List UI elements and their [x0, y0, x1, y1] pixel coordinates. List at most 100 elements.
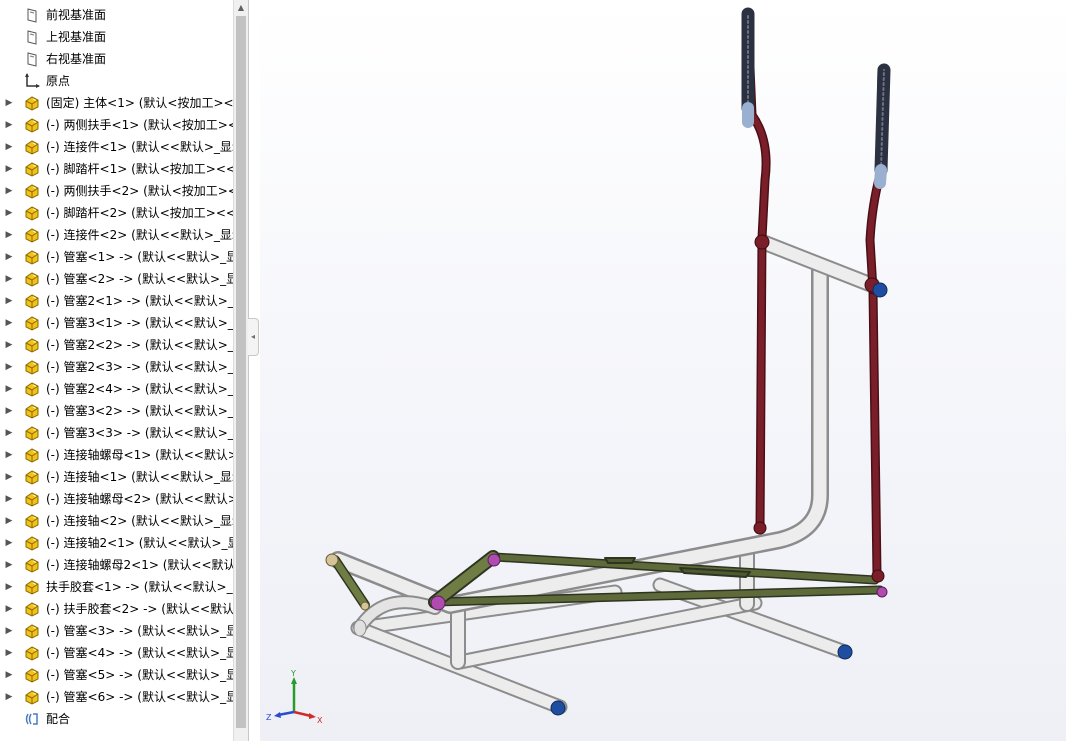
feature-tree-item[interactable]: 配合	[0, 708, 234, 730]
expand-arrow-icon[interactable]: ▶	[4, 686, 14, 708]
plane-icon	[24, 29, 40, 45]
expand-arrow-icon[interactable]: ▶	[4, 312, 14, 334]
panel-collapse-handle[interactable]: ◂	[248, 318, 259, 356]
expand-arrow-icon[interactable]: ▶	[4, 400, 14, 422]
feature-tree-item[interactable]: ▶ (-) 连接轴2<1> (默认<<默认>_显	[0, 532, 240, 554]
feature-tree-item[interactable]: ▶ (-) 管塞2<1> -> (默认<<默认>_显	[0, 290, 246, 312]
expand-arrow-icon[interactable]: ▶	[4, 598, 14, 620]
handle-left-lower	[757, 235, 765, 533]
expand-arrow-icon[interactable]: ▶	[4, 466, 14, 488]
expand-arrow-icon[interactable]: ▶	[4, 620, 14, 642]
joint-top-left	[754, 234, 770, 250]
expand-arrow-icon[interactable]: ▶	[4, 158, 14, 180]
graphics-viewport[interactable]: Y X Z	[260, 0, 1066, 741]
feature-tree-item[interactable]: 前视基准面	[0, 4, 234, 26]
expand-arrow-icon[interactable]: ▶	[4, 378, 14, 400]
feature-tree-item[interactable]: ▶ (-) 管塞3<1> -> (默认<<默认>_显	[0, 312, 246, 334]
feature-tree-item[interactable]: ▶ (-) 管塞3<3> -> (默认<<默认>_显	[0, 422, 246, 444]
feature-tree-item[interactable]: ▶ (-) 管塞<5> -> (默认<<默认>_显示	[0, 664, 248, 686]
feature-tree-item-label: (-) 管塞2<3> -> (默认<<默认>_显	[46, 360, 246, 374]
expand-arrow-icon[interactable]: ▶	[4, 224, 14, 246]
expand-arrow-icon[interactable]: ▶	[4, 664, 14, 686]
feature-tree-item[interactable]: ▶ (-) 管塞<4> -> (默认<<默认>_显示	[0, 642, 248, 664]
feature-tree-item[interactable]: ▶ (-) 管塞2<2> -> (默认<<默认>_显	[0, 334, 246, 356]
scrollbar-thumb[interactable]	[236, 16, 246, 728]
part-icon	[24, 623, 40, 639]
scroll-up-arrow-icon[interactable]: ▲	[234, 0, 248, 16]
feature-tree-item[interactable]: ▶ (-) 管塞<3> -> (默认<<默认>_显示	[0, 620, 248, 642]
feature-tree-item[interactable]: ▶ (-) 管塞<1> -> (默认<<默认>_显示	[0, 246, 248, 268]
part-icon	[24, 337, 40, 353]
part-icon	[24, 381, 40, 397]
part-icon	[24, 447, 40, 463]
feature-tree-item[interactable]: ▶ 扶手胶套<1> -> (默认<<默认>_显	[0, 576, 245, 598]
expand-arrow-icon[interactable]: ▶	[4, 268, 14, 290]
feature-tree-item[interactable]: ▶ (-) 连接轴螺母<1> (默认<<默认>_	[0, 444, 244, 466]
expand-arrow-icon[interactable]: ▶	[4, 246, 14, 268]
part-icon	[24, 601, 40, 617]
expand-arrow-icon[interactable]: ▶	[4, 444, 14, 466]
feature-tree-item[interactable]: 上视基准面	[0, 26, 234, 48]
expand-arrow-icon[interactable]: ▶	[4, 114, 14, 136]
feature-tree-item-label: (-) 连接轴螺母<1> (默认<<默认>_	[46, 448, 244, 462]
feature-tree-item[interactable]: ▶ (-) 管塞3<2> -> (默认<<默认>_显	[0, 400, 246, 422]
expand-arrow-icon[interactable]: ▶	[4, 92, 14, 114]
expand-arrow-icon[interactable]: ▶	[4, 136, 14, 158]
part-icon	[24, 491, 40, 507]
elliptical-trainer-model	[325, 7, 891, 716]
feature-tree-item[interactable]: ▶ (-) 连接轴螺母2<1> (默认<<默认>	[0, 554, 246, 576]
feature-tree-item[interactable]: ▶ (-) 两侧扶手<2> (默认<按加工><	[0, 180, 238, 202]
feature-tree-item-label: (-) 管塞2<4> -> (默认<<默认>_显	[46, 382, 246, 396]
tree-scrollbar[interactable]: ▲	[233, 0, 248, 741]
expand-arrow-icon[interactable]: ▶	[4, 180, 14, 202]
feature-tree-item[interactable]: ▶ (-) 连接轴<2> (默认<<默认>_显示	[0, 510, 244, 532]
part-icon	[24, 249, 40, 265]
expand-arrow-icon[interactable]: ▶	[4, 202, 14, 224]
feature-tree-item-label: (-) 脚踏杆<1> (默认<按加工><<默	[46, 162, 248, 176]
part-icon	[24, 469, 40, 485]
feature-tree-item-label: (-) 连接轴<2> (默认<<默认>_显示	[46, 514, 244, 528]
feature-tree-item[interactable]: ▶ (-) 连接件<1> (默认<<默认>_显示	[0, 136, 244, 158]
feature-tree-item[interactable]: ▶ (-) 连接件<2> (默认<<默认>_显示	[0, 224, 244, 246]
view-triad: Y X Z	[266, 669, 323, 725]
expand-arrow-icon[interactable]: ▶	[4, 576, 14, 598]
feature-tree-item[interactable]: ▶ (-) 扶手胶套<2> -> (默认<<默认>	[0, 598, 244, 620]
feature-tree-item[interactable]: ▶ (固定) 主体<1> (默认<按加工><<	[0, 92, 244, 114]
expand-arrow-icon[interactable]: ▶	[4, 334, 14, 356]
expand-arrow-icon[interactable]: ▶	[4, 532, 14, 554]
triad-y-label: Y	[290, 669, 296, 678]
feature-tree-item[interactable]: ▶ (-) 管塞<6> -> (默认<<默认>_显示	[0, 686, 248, 708]
expand-arrow-icon[interactable]: ▶	[4, 290, 14, 312]
expand-arrow-icon[interactable]: ▶	[4, 356, 14, 378]
feature-tree-item[interactable]: ▶ (-) 连接轴<1> (默认<<默认>_显示	[0, 466, 244, 488]
feature-tree-item[interactable]: ▶ (-) 管塞2<4> -> (默认<<默认>_显	[0, 378, 246, 400]
feature-tree-item[interactable]: ▶ (-) 脚踏杆<1> (默认<按加工><<默	[0, 158, 248, 180]
feature-tree-item[interactable]: ▶ (-) 两侧扶手<1> (默认<按加工><	[0, 114, 238, 136]
expand-arrow-icon[interactable]: ▶	[4, 488, 14, 510]
feature-tree-item-label: (-) 管塞<6> -> (默认<<默认>_显示	[46, 690, 249, 704]
part-icon	[24, 227, 40, 243]
feature-tree-item[interactable]: ▶ (-) 连接轴螺母<2> (默认<<默认>_	[0, 488, 244, 510]
feature-tree-item-label: 扶手胶套<1> -> (默认<<默认>_显	[46, 580, 245, 594]
cap-front-right	[837, 644, 853, 660]
expand-arrow-icon[interactable]: ▶	[4, 554, 14, 576]
feature-tree-item-label: (-) 连接件<2> (默认<<默认>_显示	[46, 228, 244, 242]
cap-top-right	[872, 282, 888, 298]
feature-tree-item-label: 上视基准面	[46, 30, 107, 44]
feature-tree-item[interactable]: ▶ (-) 管塞<2> -> (默认<<默认>_显示	[0, 268, 248, 290]
pivot-crank-bottom	[430, 595, 446, 611]
part-icon	[24, 667, 40, 683]
expand-arrow-icon[interactable]: ▶	[4, 510, 14, 532]
feature-tree-item-label: (-) 管塞3<1> -> (默认<<默认>_显	[46, 316, 246, 330]
feature-tree-item[interactable]: 右视基准面	[0, 48, 234, 70]
expand-arrow-icon[interactable]: ▶	[4, 642, 14, 664]
feature-tree-item[interactable]: ▶ (-) 管塞2<3> -> (默认<<默认>_显	[0, 356, 246, 378]
joint-bottom-right	[871, 569, 885, 583]
part-icon	[24, 205, 40, 221]
feature-tree-item[interactable]: ▶ (-) 脚踏杆<2> (默认<按加工><<默	[0, 202, 248, 224]
expand-arrow-icon[interactable]: ▶	[4, 422, 14, 444]
feature-tree-item-label: (-) 连接轴螺母<2> (默认<<默认>_	[46, 492, 244, 506]
feature-tree-item[interactable]: 原点	[0, 70, 234, 92]
feature-tree-item-label: (-) 连接件<1> (默认<<默认>_显示	[46, 140, 244, 154]
part-icon	[24, 139, 40, 155]
